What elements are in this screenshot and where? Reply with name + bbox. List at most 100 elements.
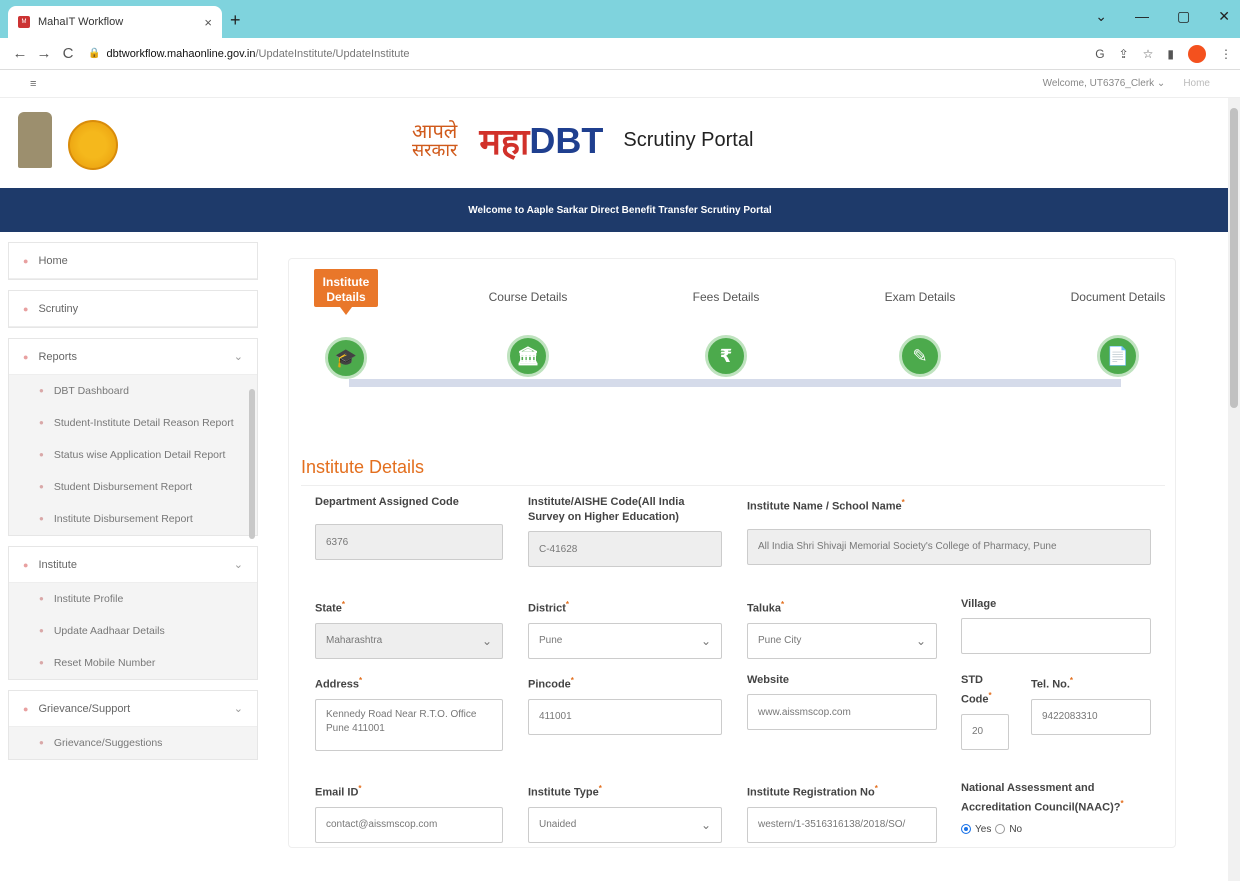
browser-tab[interactable]: M MahaIT Workflow ×: [8, 6, 222, 38]
chevron-down-icon: ⌄: [233, 351, 243, 363]
browser-tab-bar: M MahaIT Workflow × + ⌄ — ▢ ✕: [0, 0, 1240, 38]
minimize-button[interactable]: —: [1135, 8, 1149, 25]
step-label: Institute Details: [314, 269, 378, 315]
sidepanel-icon[interactable]: ▮: [1167, 47, 1174, 61]
institute-name-input[interactable]: All India Shri Shivaji Memorial Society'…: [747, 528, 1151, 565]
tab-search-icon[interactable]: ⌄: [1095, 8, 1107, 25]
national-emblem-logo: [18, 112, 52, 168]
dept-code-input[interactable]: 6376: [315, 524, 503, 560]
tab-close-icon[interactable]: ×: [204, 15, 212, 30]
aaple-sarkar-logo: आपले सरकार: [412, 118, 458, 161]
district-select[interactable]: Pune: [528, 622, 722, 659]
email-field: Email ID* contact@aissmscop.com: [315, 781, 503, 843]
registration-no-field: Institute Registration No* western/1-351…: [747, 781, 937, 843]
reload-icon[interactable]: C: [56, 45, 80, 62]
new-tab-button[interactable]: +: [230, 10, 241, 31]
bookmark-star-icon[interactable]: ☆: [1143, 47, 1154, 61]
aishe-code-field: Institute/AISHE Code(All India Survey on…: [528, 495, 722, 567]
district-field: District* Pune: [528, 597, 722, 659]
step-label: Fees Details: [692, 290, 760, 304]
share-icon[interactable]: ⇪: [1119, 47, 1129, 61]
url-host: dbtworkflow.mahaonline.gov.in: [106, 47, 256, 60]
state-select[interactable]: Maharashtra: [315, 622, 503, 659]
institute-type-select[interactable]: Unaided: [528, 806, 722, 843]
chevron-down-icon: ⌄: [233, 703, 243, 715]
step-course-details[interactable]: Course Details 🏛: [473, 269, 583, 377]
std-code-field: STD Code* 20: [961, 673, 1009, 750]
naac-yes-radio[interactable]: [961, 824, 971, 835]
maximize-button[interactable]: ▢: [1177, 8, 1190, 25]
browser-menu-icon[interactable]: ⋮: [1220, 47, 1232, 61]
address-textarea[interactable]: Kennedy Road Near R.T.O. Office Pune 411…: [315, 698, 503, 751]
sidebar-subitem-student-disbursement[interactable]: ● Student Disbursement Report: [9, 471, 257, 503]
site-header: आपले सरकार महा DBT Scrutiny Portal: [0, 98, 1240, 188]
sidebar: ● Home ● Scrutiny ● Reports ⌄ ● DBT Dashboard…: [8, 242, 258, 760]
user-menu[interactable]: Welcome, UT6376_Clerk ⌄: [1043, 78, 1166, 89]
sidebar-subitem-dbt-dashboard[interactable]: ● DBT Dashboard: [9, 375, 257, 407]
website-field: Website www.aissmscop.com: [747, 673, 937, 730]
step-label: Exam Details: [884, 290, 956, 304]
village-input[interactable]: [961, 618, 1151, 654]
divider: [301, 485, 1165, 486]
stepper-line: [349, 379, 1121, 387]
sidebar-subitem-institute-disbursement[interactable]: ● Institute Disbursement Report: [9, 503, 257, 535]
institute-name-field: Institute Name / School Name* All India …: [747, 495, 1151, 565]
sidebar-subitem-grievance-suggestions[interactable]: ● Grievance/Suggestions: [9, 727, 257, 759]
close-window-button[interactable]: ✕: [1218, 8, 1230, 25]
url-field[interactable]: 🔒 dbtworkflow.mahaonline.gov.in /UpdateI…: [88, 48, 1095, 60]
step-exam-details[interactable]: Exam Details ✎: [865, 269, 975, 377]
aishe-code-input[interactable]: C-41628: [528, 531, 722, 567]
sidebar-item-home[interactable]: ● Home: [9, 243, 257, 279]
document-icon: 📄: [1097, 335, 1139, 377]
sidebar-subitem-reset-mobile[interactable]: ● Reset Mobile Number: [9, 647, 257, 679]
sidebar-item-scrutiny[interactable]: ● Scrutiny: [9, 291, 257, 327]
sidebar-item-reports[interactable]: ● Reports ⌄: [9, 339, 257, 375]
forward-arrow-icon[interactable]: →: [32, 45, 56, 62]
edit-icon: ✎: [899, 335, 941, 377]
sidebar-subitem-institute-profile[interactable]: ● Institute Profile: [9, 583, 257, 615]
sidebar-subitem-update-aadhaar[interactable]: ● Update Aadhaar Details: [9, 615, 257, 647]
page-scrollbar[interactable]: [1228, 98, 1240, 881]
state-seal-logo: [68, 120, 118, 170]
address-bar: ← → C 🔒 dbtworkflow.mahaonline.gov.in /U…: [0, 38, 1240, 70]
sidebar-subitem-student-institute-report[interactable]: ● Student-Institute Detail Reason Report: [9, 407, 257, 439]
std-code-input[interactable]: 20: [961, 713, 1009, 750]
sidebar-subitem-status-wise-report[interactable]: ● Status wise Application Detail Report: [9, 439, 257, 471]
section-title: Institute Details: [301, 457, 425, 477]
step-label: Document Details: [1070, 290, 1166, 304]
home-link[interactable]: Home: [1183, 78, 1210, 89]
tel-input[interactable]: 9422083310: [1031, 698, 1151, 735]
taluka-select[interactable]: Pune City: [747, 622, 937, 659]
maha-text: महा: [479, 121, 530, 163]
naac-no-radio[interactable]: [995, 824, 1006, 835]
graduation-cap-icon: 🎓: [325, 337, 367, 379]
google-icon[interactable]: G: [1095, 47, 1104, 61]
address-bar-icons: G ⇪ ☆ ▮ ⋮: [1095, 44, 1232, 63]
step-label: Course Details: [488, 290, 568, 304]
chevron-down-icon: ⌄: [233, 559, 243, 571]
step-fees-details[interactable]: Fees Details ₹: [671, 269, 781, 377]
pincode-field: Pincode* 411001: [528, 673, 722, 735]
naac-field: National Assessment and Accreditation Co…: [961, 781, 1161, 835]
step-document-details[interactable]: Document Details 📄: [1063, 263, 1173, 377]
extension-icon[interactable]: [1188, 44, 1206, 63]
step-institute-details[interactable]: Institute Details 🎓: [291, 269, 401, 379]
tel-field: Tel. No.* 9422083310: [1031, 673, 1151, 735]
scrollbar-thumb[interactable]: [1230, 108, 1238, 408]
rupee-icon: ₹: [705, 335, 747, 377]
website-input[interactable]: www.aissmscop.com: [747, 694, 937, 730]
back-arrow-icon[interactable]: ←: [8, 45, 32, 62]
lock-icon: 🔒: [88, 48, 101, 59]
menu-toggle-icon[interactable]: ≡: [30, 78, 36, 90]
village-field: Village: [961, 597, 1151, 654]
sidebar-item-institute[interactable]: ● Institute ⌄: [9, 547, 257, 583]
pincode-input[interactable]: 411001: [528, 698, 722, 735]
sidebar-item-grievance[interactable]: ● Grievance/Support ⌄: [9, 691, 257, 727]
registration-no-input[interactable]: western/1-3516316138/2018/SO/: [747, 806, 937, 843]
sidebar-scrollbar[interactable]: [249, 389, 255, 539]
dept-code-field: Department Assigned Code 6376: [315, 495, 503, 560]
main-panel: Institute Details 🎓 Course Details 🏛 Fee…: [288, 258, 1176, 848]
url-path: /UpdateInstitute/UpdateInstitute: [255, 47, 410, 60]
email-input[interactable]: contact@aissmscop.com: [315, 806, 503, 843]
institute-type-field: Institute Type* Unaided: [528, 781, 722, 843]
